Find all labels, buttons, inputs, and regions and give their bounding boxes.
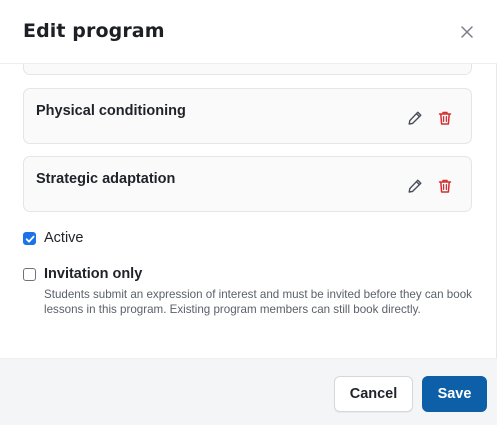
program-item-name: Physical conditioning (36, 103, 186, 119)
dialog-header: Edit program (0, 0, 497, 64)
close-icon (461, 26, 473, 38)
cancel-button[interactable]: Cancel (334, 376, 413, 412)
pencil-icon (408, 111, 422, 125)
trash-icon (438, 179, 452, 193)
invitation-only-help-text: Students submit an expression of interes… (44, 288, 472, 316)
close-button[interactable] (457, 22, 477, 42)
active-checkbox[interactable] (23, 232, 36, 245)
program-item-card: Strategic adaptation (23, 156, 472, 212)
program-item-card-partial (23, 64, 472, 75)
program-item-card: Physical conditioning (23, 88, 472, 144)
pencil-icon (408, 179, 422, 193)
active-option: Active (23, 230, 84, 247)
check-icon (25, 235, 34, 242)
save-button[interactable]: Save (422, 376, 487, 412)
edit-item-button[interactable] (405, 176, 425, 196)
active-label[interactable]: Active (44, 230, 84, 247)
dialog-title: Edit program (23, 20, 165, 42)
program-item-name: Strategic adaptation (36, 171, 176, 187)
trash-icon (438, 111, 452, 125)
delete-item-button[interactable] (435, 108, 455, 128)
invitation-only-option: Invitation only (23, 266, 142, 283)
dialog-body[interactable]: Physical conditioning Strategic adaptati… (0, 64, 497, 358)
dialog-footer: Cancel Save (0, 358, 497, 425)
delete-item-button[interactable] (435, 176, 455, 196)
edit-item-button[interactable] (405, 108, 425, 128)
edit-program-dialog: Edit program Physical conditioning Strat… (0, 0, 497, 425)
invitation-only-label[interactable]: Invitation only (44, 266, 142, 283)
invitation-only-checkbox[interactable] (23, 268, 36, 281)
